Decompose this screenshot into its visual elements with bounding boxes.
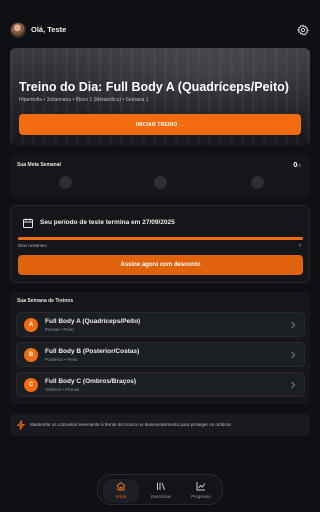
weekly-goal-label: Sua Meta Semanal xyxy=(17,162,61,168)
workout-letter-badge: C xyxy=(24,378,38,392)
nav-item-inicio[interactable]: Início xyxy=(103,479,139,503)
weekly-workouts-card: Sua Semana de Treinos A Full Body A (Qua… xyxy=(10,292,310,404)
daily-workout-subtitle: Hipertrofia • 3x/semana • Bloco 1 (Metab… xyxy=(19,97,149,103)
nav-item-exercicios[interactable]: Exercícios xyxy=(143,479,179,503)
nav-label: Exercícios xyxy=(151,494,171,499)
library-icon xyxy=(157,482,165,490)
weekly-goal-card: Sua Meta Semanal 0/3 xyxy=(10,155,310,197)
workout-letter-badge: B xyxy=(24,348,38,362)
workout-tags: Ombros • Pernas xyxy=(45,387,80,392)
gear-icon[interactable] xyxy=(297,24,309,36)
workout-name: Full Body B (Posterior/Costas) xyxy=(45,348,140,355)
trial-card: Seu período de teste termina em 27/09/20… xyxy=(10,205,310,283)
chart-icon xyxy=(196,482,206,491)
workout-tags: Posterior • Peito xyxy=(45,357,78,362)
weekly-goal-total: /3 xyxy=(297,163,301,168)
nav-label: Progresso xyxy=(191,494,211,499)
app-header: Olá, Teste xyxy=(0,0,320,48)
calendar-icon xyxy=(23,218,33,228)
subscribe-button[interactable]: Assine agora com desconto xyxy=(18,255,303,275)
daily-workout-title: Treino do Dia: Full Body A (Quadríceps/P… xyxy=(19,80,289,94)
nav-label: Início xyxy=(115,494,127,499)
trial-progress-bar xyxy=(18,237,303,240)
workout-name: Full Body A (Quadríceps/Peito) xyxy=(45,318,141,325)
workout-item-a[interactable]: A Full Body A (Quadríceps/Peito) Pernas … xyxy=(16,312,305,337)
weekly-goal-count: 0/3 xyxy=(293,162,301,169)
workout-item-b[interactable]: B Full Body B (Posterior/Costas) Posteri… xyxy=(16,342,305,367)
home-icon xyxy=(116,481,126,491)
nav-item-progresso[interactable]: Progresso xyxy=(183,479,219,503)
trial-message: Seu período de teste termina em 27/09/20… xyxy=(40,219,175,226)
goal-day-dot xyxy=(59,176,72,189)
workout-item-c[interactable]: C Full Body C (Ombros/Braços) Ombros • P… xyxy=(16,372,305,397)
goal-day-dot xyxy=(154,176,167,189)
daily-workout-hero: Treino do Dia: Full Body A (Quadríceps/P… xyxy=(10,48,310,146)
weekly-workouts-title: Sua Semana de Treinos xyxy=(17,298,74,304)
tip-text: Mantenha os cotovelos levemente à frente… xyxy=(30,422,232,427)
chevron-right-icon xyxy=(291,321,296,329)
days-remaining-label: Dias restantes xyxy=(18,243,47,248)
days-remaining-value: 7 xyxy=(298,243,301,248)
greeting-text: Olá, Teste xyxy=(31,25,67,34)
workout-letter-badge: A xyxy=(24,318,38,332)
chevron-right-icon xyxy=(291,381,296,389)
lightning-icon xyxy=(17,420,25,430)
user-avatar[interactable] xyxy=(10,22,26,38)
trial-progress-fill xyxy=(18,237,303,240)
goal-day-dot xyxy=(251,176,264,189)
start-workout-button[interactable]: INICIAR TREINO → xyxy=(19,114,301,135)
workout-name: Full Body C (Ombros/Braços) xyxy=(45,378,137,385)
workout-tags: Pernas • Peito xyxy=(45,327,74,332)
training-tip: Mantenha os cotovelos levemente à frente… xyxy=(10,414,310,436)
bottom-navigation: Início Exercícios Progresso xyxy=(97,474,223,505)
chevron-right-icon xyxy=(291,351,296,359)
